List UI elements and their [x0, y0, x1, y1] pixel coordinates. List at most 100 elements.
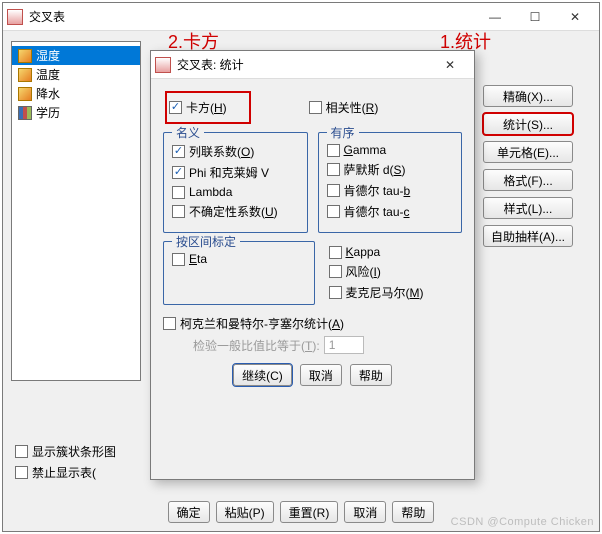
checkbox-icon	[172, 166, 185, 179]
two-column-group-2: 按区间标定 Eta Kappa 风险(I) 麦克尼马尔(M)	[163, 233, 462, 305]
check-label: Gamma	[344, 143, 387, 157]
checkbox-icon	[172, 145, 185, 158]
uncertainty-check[interactable]: 不确定性系数(U)	[172, 203, 299, 220]
list-item-label: 降水	[36, 85, 60, 102]
nominal-group: 名义 列联系数(O) Phi 和克莱姆 V Lambda 不确定性系数(U)	[163, 132, 308, 233]
list-item[interactable]: 学历	[12, 103, 140, 122]
cmh-check[interactable]: 柯克兰和曼特尔-亨塞尔统计(A)	[163, 315, 462, 332]
check-label: 柯克兰和曼特尔-亨塞尔统计(A)	[180, 315, 344, 332]
check-label: 麦克尼马尔(M)	[346, 284, 424, 301]
check-label: Phi 和克莱姆 V	[189, 164, 269, 181]
checkbox-icon	[169, 101, 182, 114]
top-options-row: 卡方(H) 相关性(R)	[167, 93, 462, 122]
tauc-check[interactable]: 肯德尔 tau-c	[327, 203, 454, 220]
main-window-title: 交叉表	[29, 8, 475, 25]
checkbox-icon	[15, 466, 28, 479]
checkbox-icon	[172, 253, 185, 266]
nominal-icon	[18, 106, 32, 120]
scale-icon	[18, 68, 32, 82]
contingency-check[interactable]: 列联系数(O)	[172, 143, 299, 160]
group-legend: 有序	[327, 124, 359, 141]
check-label: 相关性(R)	[326, 99, 379, 116]
main-titlebar: 交叉表 — ☐ ✕	[3, 3, 599, 31]
two-column-group-1: 名义 列联系数(O) Phi 和克莱姆 V Lambda 不确定性系数(U) 有…	[163, 124, 462, 233]
check-label: 肯德尔 tau-b	[344, 182, 411, 199]
ok-button[interactable]: 确定	[168, 501, 210, 523]
continue-button[interactable]: 继续(C)	[233, 364, 292, 386]
checkbox-icon	[172, 205, 185, 218]
list-item[interactable]: 温度	[12, 65, 140, 84]
check-label: 卡方(H)	[186, 99, 227, 116]
checkbox-icon	[327, 144, 340, 157]
reset-button[interactable]: 重置(R)	[280, 501, 339, 523]
risk-check[interactable]: 风险(I)	[329, 263, 463, 280]
format-button[interactable]: 格式(F)...	[483, 169, 573, 191]
right-button-panel: 精确(X)... 统计(S)... 单元格(E)... 格式(F)... 样式(…	[483, 85, 573, 247]
eta-check[interactable]: Eta	[172, 252, 306, 266]
check-label: 风险(I)	[346, 263, 381, 280]
close-button[interactable]: ✕	[555, 4, 595, 30]
checkbox-icon	[329, 246, 342, 259]
exact-button[interactable]: 精确(X)...	[483, 85, 573, 107]
watermark: CSDN @Compute Chicken	[451, 516, 594, 528]
list-item-label: 学历	[36, 104, 60, 121]
checkbox-icon	[327, 184, 340, 197]
dialog-title: 交叉表: 统计	[177, 56, 430, 73]
lambda-check[interactable]: Lambda	[172, 185, 299, 199]
cmh-odds-row: 检验一般比值比等于(T): 1	[193, 336, 462, 354]
correlations-check[interactable]: 相关性(R)	[309, 97, 379, 118]
dialog-titlebar: 交叉表: 统计 ✕	[151, 51, 474, 79]
cmh-odds-input: 1	[324, 336, 364, 354]
check-label: Eta	[189, 252, 207, 266]
checkbox-icon	[329, 265, 342, 278]
checkbox-icon	[327, 163, 340, 176]
check-label: 萨默斯 d(S)	[344, 161, 406, 178]
chi-square-check[interactable]: 卡方(H)	[169, 99, 227, 116]
check-label: 禁止显示表(	[32, 464, 96, 481]
app-icon	[155, 57, 171, 73]
suppress-tables-check[interactable]: 禁止显示表(	[15, 464, 116, 481]
checkbox-icon	[309, 101, 322, 114]
bootstrap-button[interactable]: 自助抽样(A)...	[483, 225, 573, 247]
checkbox-icon	[329, 286, 342, 299]
app-icon	[7, 9, 23, 25]
clustered-bar-check[interactable]: 显示簇状条形图	[15, 443, 116, 460]
style-button[interactable]: 样式(L)...	[483, 197, 573, 219]
check-label: Kappa	[346, 245, 381, 259]
right-extra-group: Kappa 风险(I) 麦克尼马尔(M)	[325, 233, 463, 305]
taub-check[interactable]: 肯德尔 tau-b	[327, 182, 454, 199]
cells-button[interactable]: 单元格(E)...	[483, 141, 573, 163]
variable-list[interactable]: 湿度 温度 降水 学历	[11, 41, 141, 381]
gamma-check[interactable]: Gamma	[327, 143, 454, 157]
checkbox-icon	[15, 445, 28, 458]
scale-icon	[18, 49, 32, 63]
ordinal-group: 有序 Gamma 萨默斯 d(S) 肯德尔 tau-b 肯德尔 tau-c	[318, 132, 463, 233]
cancel-button[interactable]: 取消	[344, 501, 386, 523]
group-legend: 名义	[172, 124, 204, 141]
checkbox-icon	[163, 317, 176, 330]
check-label: 肯德尔 tau-c	[344, 203, 410, 220]
somers-check[interactable]: 萨默斯 d(S)	[327, 161, 454, 178]
list-item-label: 温度	[36, 66, 60, 83]
bottom-options: 显示簇状条形图 禁止显示表(	[15, 443, 116, 481]
help-button[interactable]: 帮助	[392, 501, 434, 523]
kappa-check[interactable]: Kappa	[329, 245, 463, 259]
checkbox-icon	[327, 205, 340, 218]
statistics-button[interactable]: 统计(S)...	[483, 113, 573, 135]
checkbox-icon	[172, 186, 185, 199]
dialog-cancel-button[interactable]: 取消	[300, 364, 342, 386]
interval-group: 按区间标定 Eta	[163, 241, 315, 305]
list-item[interactable]: 降水	[12, 84, 140, 103]
dialog-help-button[interactable]: 帮助	[350, 364, 392, 386]
dialog-close-button[interactable]: ✕	[430, 52, 470, 78]
mcnemar-check[interactable]: 麦克尼马尔(M)	[329, 284, 463, 301]
phi-check[interactable]: Phi 和克莱姆 V	[172, 164, 299, 181]
group-legend: 按区间标定	[172, 233, 240, 250]
maximize-button[interactable]: ☐	[515, 4, 555, 30]
scale-icon	[18, 87, 32, 101]
check-label: 列联系数(O)	[189, 143, 254, 160]
paste-button[interactable]: 粘贴(P)	[216, 501, 274, 523]
dialog-body: 卡方(H) 相关性(R) 名义 列联系数(O) Phi 和克莱姆 V Lambd…	[151, 79, 474, 479]
minimize-button[interactable]: —	[475, 4, 515, 30]
list-item[interactable]: 湿度	[12, 46, 140, 65]
